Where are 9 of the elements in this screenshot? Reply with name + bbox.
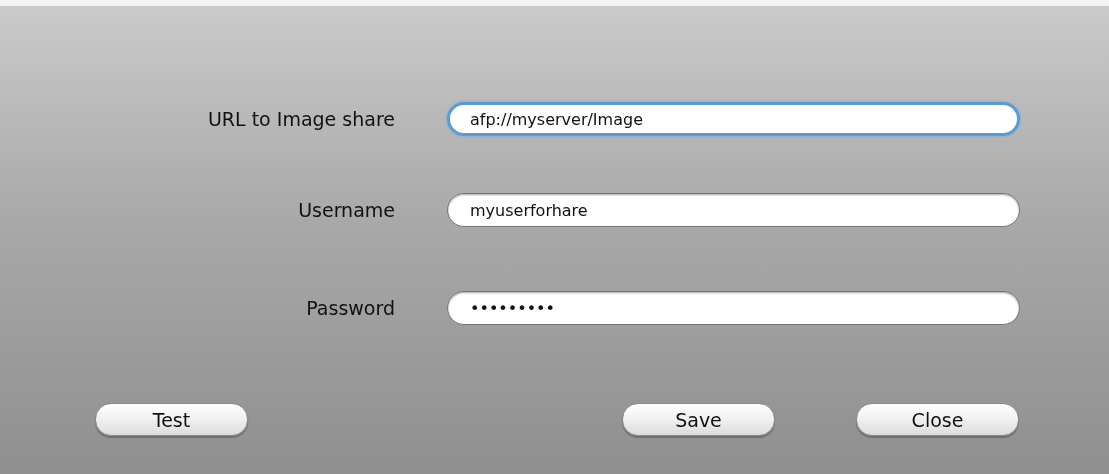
push-button[interactable]: Save bbox=[622, 403, 775, 436]
push-button[interactable]: Test bbox=[95, 403, 248, 436]
field-label: URL to Image share bbox=[207, 108, 395, 130]
field-label: Username bbox=[298, 199, 395, 221]
text-field[interactable]: myuserforhare bbox=[447, 193, 1020, 227]
text-field[interactable]: afp://myserver/Image bbox=[447, 102, 1020, 136]
text-field[interactable]: ••••••••• bbox=[447, 291, 1020, 325]
field-label: Password bbox=[306, 297, 395, 319]
push-button[interactable]: Close bbox=[856, 403, 1019, 436]
